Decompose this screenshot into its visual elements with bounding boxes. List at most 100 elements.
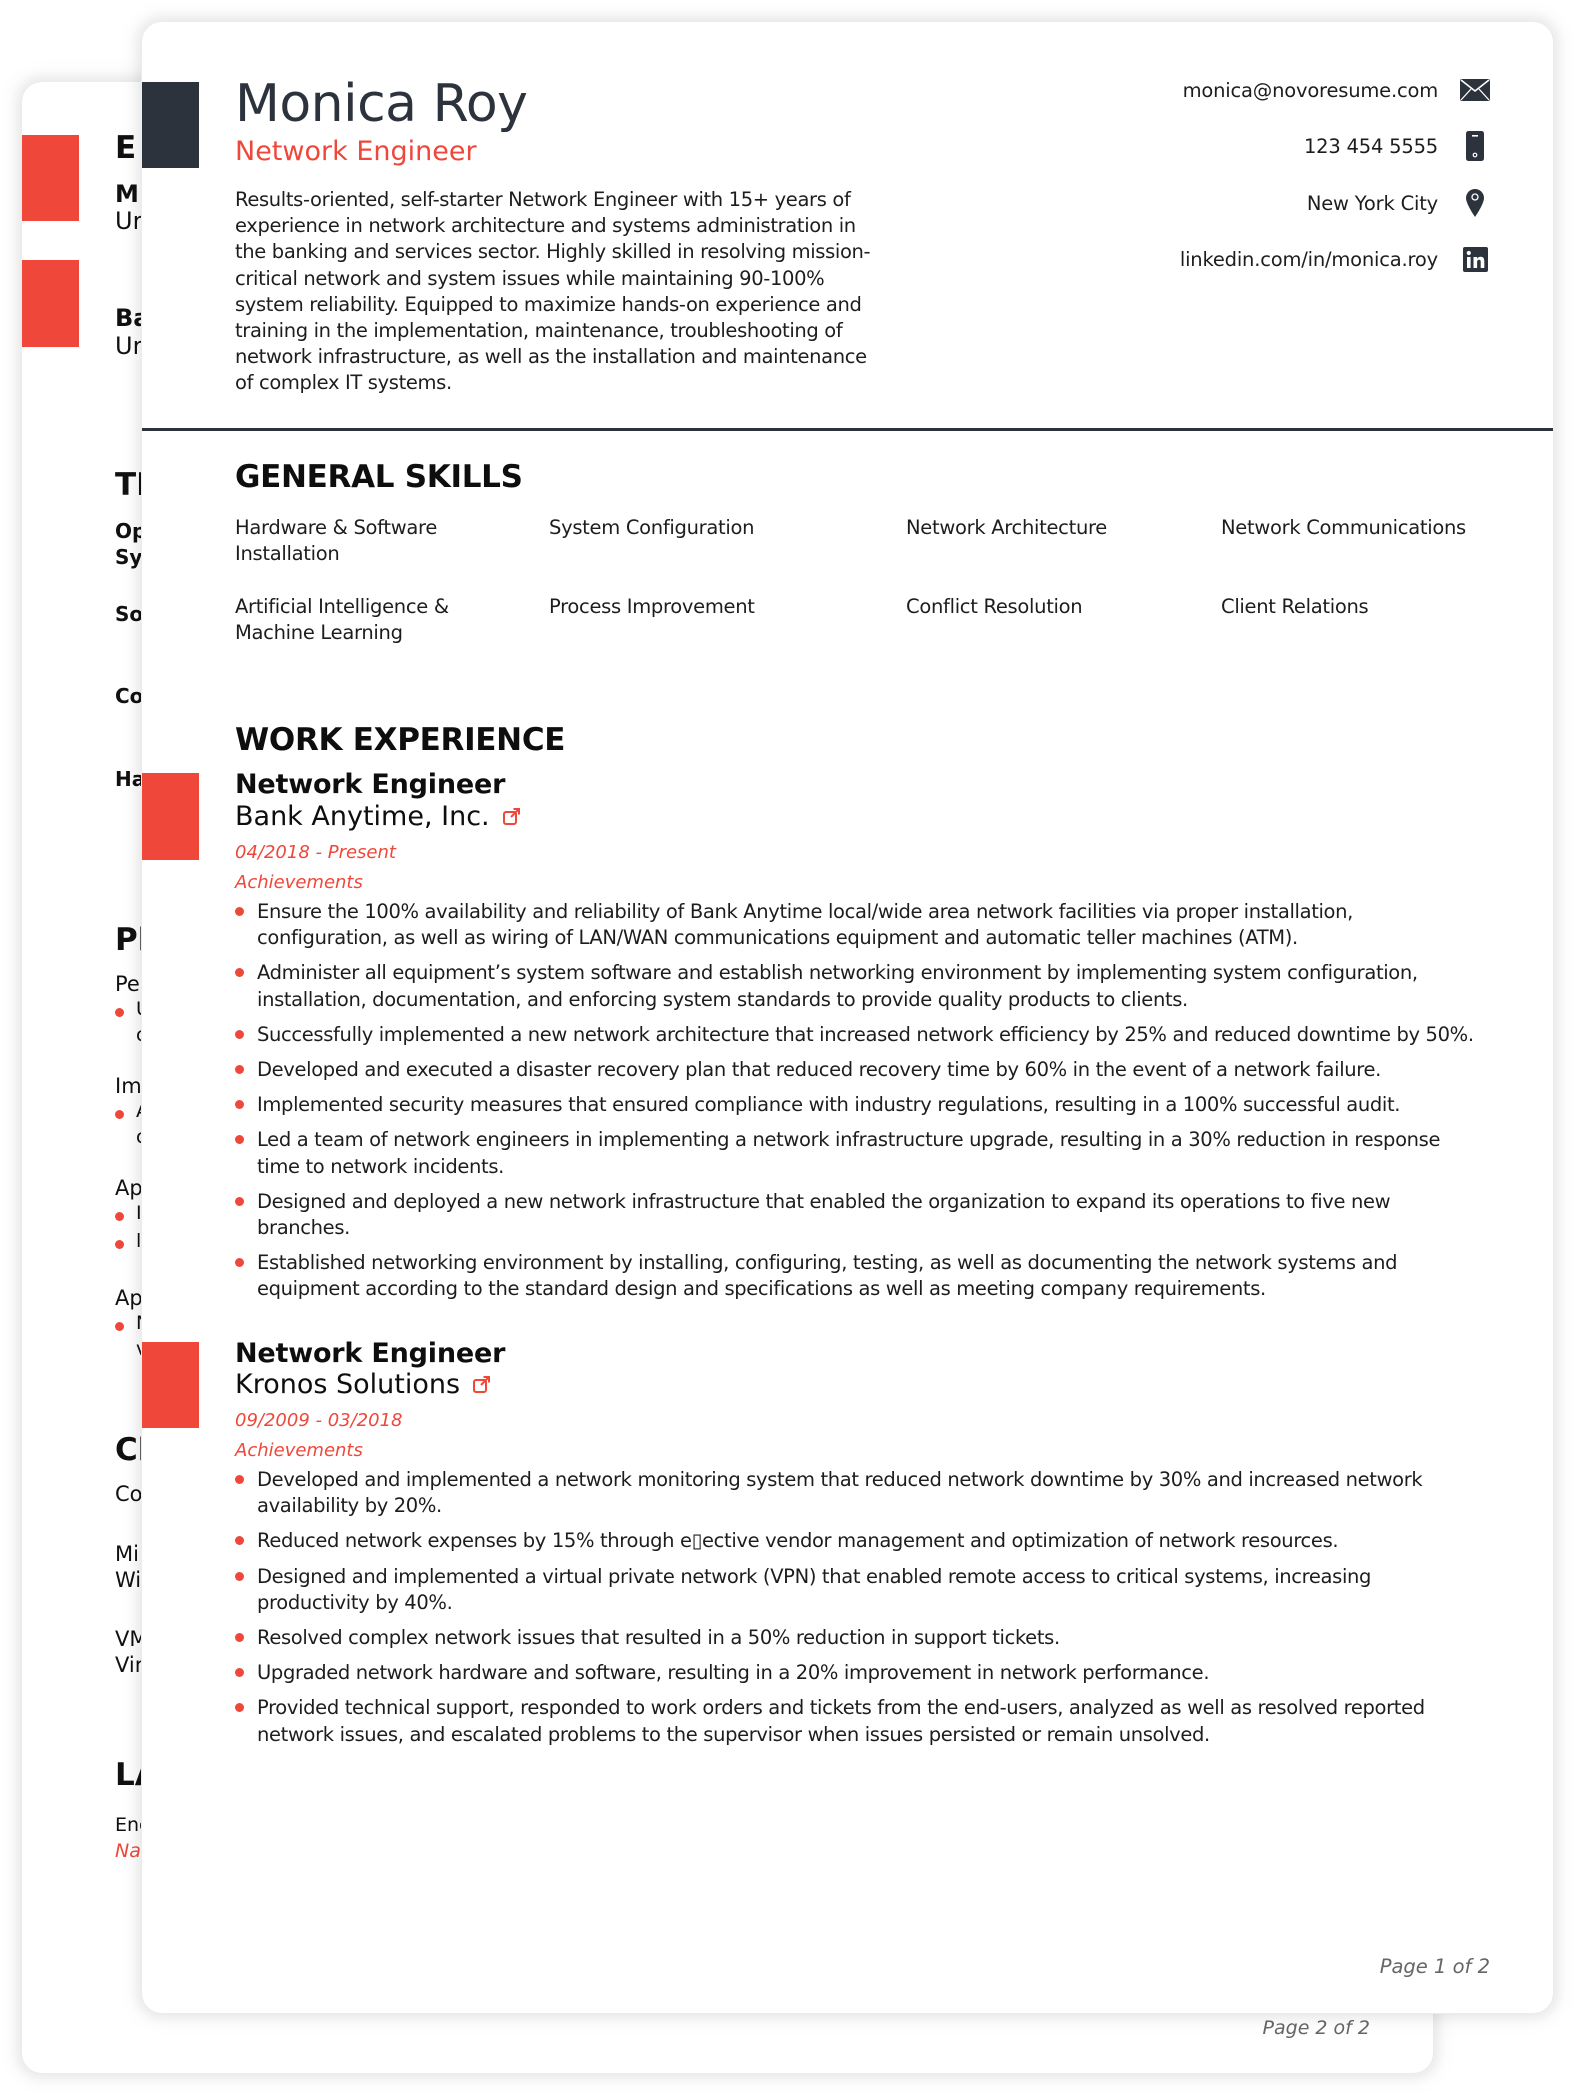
skill-item: Network Architecture (906, 516, 1107, 539)
achievement-item: Led a team of network engineers in imple… (235, 1127, 1485, 1179)
achievement-item: Implemented security measures that ensur… (235, 1092, 1485, 1118)
certificate-item: Wi (115, 1568, 142, 1592)
external-link-icon[interactable] (472, 1375, 492, 1395)
achievement-text: Resolved complex network issues that res… (257, 1626, 1060, 1650)
achievement-item: Administer all equipment’s system softwa… (235, 960, 1485, 1012)
skill-item: Network Communications (1221, 516, 1466, 539)
skill-item: Process Improvement (549, 595, 755, 618)
skill-item: Conflict Resolution (906, 595, 1083, 618)
bullet-dot (115, 1322, 124, 1331)
contact-location: New York City (1307, 188, 1490, 218)
summary-text: Results-oriented, self-starter Network E… (235, 188, 871, 395)
envelope-icon (1460, 75, 1490, 105)
education-heading: E (115, 130, 137, 166)
bullet-dot (235, 1536, 244, 1546)
bullet-dot (115, 1240, 124, 1249)
achievement-text: Reduced network expenses by 15% through … (257, 1529, 1339, 1553)
bullet-dot (235, 1668, 244, 1678)
bullet-dot (235, 1029, 244, 1039)
achievement-item: Resolved complex network issues that res… (235, 1625, 1485, 1651)
accent-block (22, 260, 79, 347)
education-degree: M (115, 180, 139, 208)
achievement-item: Upgraded network hardware and software, … (235, 1660, 1485, 1686)
tech-item: Co (115, 684, 144, 708)
project-title: Im (115, 1074, 142, 1098)
job-company-name: Kronos Solutions (235, 1369, 461, 1400)
page-number: Page 2 of 2 (1262, 2017, 1370, 2039)
achievement-item: Successfully implemented a new network a… (235, 1022, 1485, 1048)
contact-email[interactable]: monica@novoresume.com (1183, 75, 1490, 105)
achievement-text: Provided technical support, responded to… (257, 1696, 1425, 1746)
achievements-label: Achievements (235, 1440, 363, 1461)
bullet-dot (115, 1110, 124, 1119)
achievement-list: Ensure the 100% availability and reliabi… (235, 899, 1485, 1312)
achievement-text: Led a team of network engineers in imple… (257, 1128, 1441, 1178)
achievement-item: Ensure the 100% availability and reliabi… (235, 899, 1485, 951)
candidate-title: Network Engineer (235, 136, 477, 167)
contact-location-text: New York City (1306, 191, 1438, 215)
contact-phone[interactable]: 123 454 5555 (1304, 131, 1490, 161)
phone-icon (1460, 131, 1490, 161)
location-pin-icon (1460, 188, 1490, 218)
contact-phone-text[interactable]: 123 454 5555 (1304, 135, 1438, 158)
skill-item: Client Relations (1221, 595, 1369, 618)
bullet-dot (235, 968, 244, 978)
linkedin-icon (1460, 244, 1490, 274)
achievement-item: Designed and deployed a new network infr… (235, 1189, 1485, 1241)
achievement-text: Upgraded network hardware and software, … (257, 1661, 1210, 1685)
job-accent-block (142, 773, 199, 860)
contact-email-text[interactable]: monica@novoresume.com (1183, 79, 1439, 102)
contact-linkedin-text[interactable]: linkedin.com/in/monica.roy (1180, 248, 1438, 271)
achievement-text: Successfully implemented a new network a… (257, 1022, 1474, 1046)
project-title: Pe (115, 972, 140, 996)
job-company-name: Bank Anytime, Inc. (235, 801, 490, 832)
resume-page-1: Monica Roy Network Engineer Results-orie… (142, 22, 1553, 2013)
project-bullet: I (136, 1202, 142, 1224)
candidate-name: Monica Roy (235, 74, 528, 134)
project-title: Ap (115, 1176, 143, 1200)
experience-heading: WORK EXPERIENCE (235, 722, 566, 758)
project-bullet: l (136, 1230, 142, 1252)
bullet-dot (235, 1633, 244, 1643)
achievement-item: Designed and implemented a virtual priva… (235, 1564, 1485, 1616)
achievement-text: Established networking environment by in… (257, 1251, 1398, 1301)
certificate-item: Mi (115, 1542, 139, 1566)
achievement-item: Reduced network expenses by 15% through … (235, 1528, 1485, 1554)
bullet-dot (235, 1065, 244, 1075)
bullet-dot (235, 1703, 244, 1713)
bullet-dot (235, 1475, 244, 1484)
accent-block (22, 135, 79, 221)
achievement-item: Developed and implemented a network moni… (235, 1467, 1485, 1519)
achievement-text: Ensure the 100% availability and reliabi… (257, 900, 1353, 950)
job-company: Bank Anytime, Inc. (235, 801, 522, 832)
education-school: Ur (115, 332, 143, 360)
bullet-dot (115, 1008, 124, 1017)
job-dates: 09/2009 - 03/2018 (235, 1410, 403, 1431)
tech-item: Ha (115, 767, 146, 791)
bullet-dot (235, 907, 244, 916)
bullet-dot (235, 1135, 244, 1145)
job-title: Network Engineer (235, 769, 506, 800)
achievement-list: Developed and implemented a network moni… (235, 1467, 1485, 1757)
achievement-text: Administer all equipment’s system softwa… (257, 961, 1418, 1011)
job-dates: 04/2018 - Present (235, 842, 396, 863)
achievement-text: Implemented security measures that ensur… (257, 1093, 1401, 1117)
header-divider (142, 428, 1553, 431)
job-company: Kronos Solutions (235, 1369, 492, 1400)
bullet-dot (235, 1258, 244, 1268)
education-school: Ur (115, 207, 143, 235)
skill-item: Hardware & Software Installation (235, 516, 438, 566)
achievement-text: Designed and implemented a virtual priva… (257, 1564, 1372, 1614)
language-level: Na (115, 1840, 141, 1862)
certificate-item: Vir (115, 1653, 144, 1677)
skill-item: Artificial Intelligence & Machine Learni… (235, 595, 449, 645)
external-link-icon[interactable] (502, 807, 522, 827)
bullet-dot (115, 1212, 124, 1221)
certificate-item: Co (115, 1482, 143, 1506)
skill-item: System Configuration (549, 516, 755, 539)
achievement-item: Provided technical support, responded to… (235, 1695, 1485, 1747)
bullet-dot (235, 1571, 244, 1581)
contact-linkedin[interactable]: linkedin.com/in/monica.roy (1180, 244, 1490, 274)
project-title: Ap (115, 1286, 143, 1310)
job-title: Network Engineer (235, 1338, 506, 1369)
